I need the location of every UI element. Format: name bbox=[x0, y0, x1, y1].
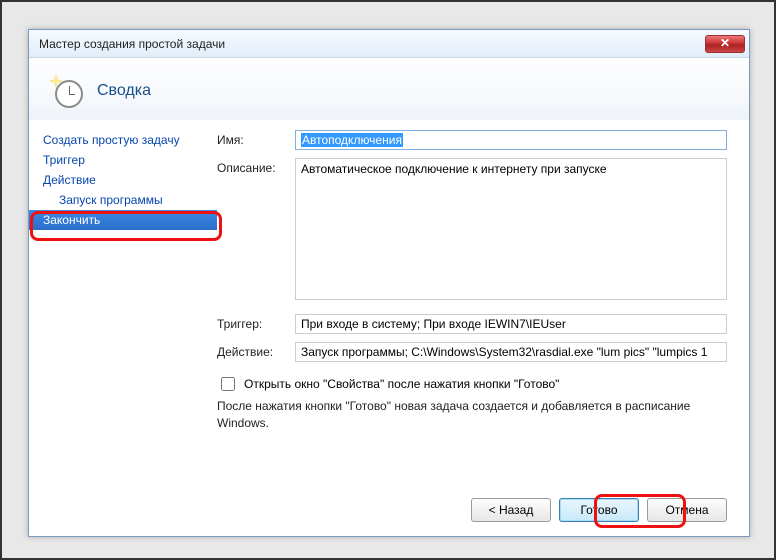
window-title: Мастер создания простой задачи bbox=[39, 37, 705, 51]
titlebar[interactable]: Мастер создания простой задачи ✕ bbox=[29, 30, 749, 58]
action-value: Запуск программы; C:\Windows\System32\ra… bbox=[295, 342, 727, 362]
finish-button[interactable]: Готово bbox=[559, 498, 639, 522]
description-label: Описание: bbox=[217, 158, 295, 175]
wizard-content: Имя: Автоподключения Описание: Триггер: … bbox=[217, 120, 749, 536]
name-input[interactable]: Автоподключения bbox=[295, 130, 727, 150]
open-properties-checkbox[interactable] bbox=[221, 377, 235, 391]
trigger-label: Триггер: bbox=[217, 314, 295, 331]
open-properties-label: Открыть окно "Свойства" после нажатия кн… bbox=[244, 377, 559, 391]
wizard-body: Создать простую задачу Триггер Действие … bbox=[29, 120, 749, 536]
wizard-sidebar: Создать простую задачу Триггер Действие … bbox=[29, 120, 217, 536]
nav-start-program[interactable]: Запуск программы bbox=[29, 190, 217, 210]
nav-create-task[interactable]: Создать простую задачу bbox=[29, 130, 217, 150]
trigger-value: При входе в систему; При входе IEWIN7\IE… bbox=[295, 314, 727, 334]
action-label: Действие: bbox=[217, 342, 295, 359]
back-button[interactable]: < Назад bbox=[471, 498, 551, 522]
page-title: Сводка bbox=[97, 82, 151, 100]
nav-trigger[interactable]: Триггер bbox=[29, 150, 217, 170]
close-button[interactable]: ✕ bbox=[705, 35, 745, 53]
description-input[interactable] bbox=[295, 158, 727, 300]
button-bar: < Назад Готово Отмена bbox=[471, 498, 727, 522]
info-text: После нажатия кнопки "Готово" новая зада… bbox=[217, 398, 727, 432]
name-label: Имя: bbox=[217, 130, 295, 147]
nav-action[interactable]: Действие bbox=[29, 170, 217, 190]
wizard-header: Сводка bbox=[29, 58, 749, 120]
nav-finish[interactable]: Закончить bbox=[29, 210, 217, 230]
task-icon bbox=[49, 74, 83, 108]
wizard-window: Мастер создания простой задачи ✕ Сводка … bbox=[28, 29, 750, 537]
cancel-button[interactable]: Отмена bbox=[647, 498, 727, 522]
